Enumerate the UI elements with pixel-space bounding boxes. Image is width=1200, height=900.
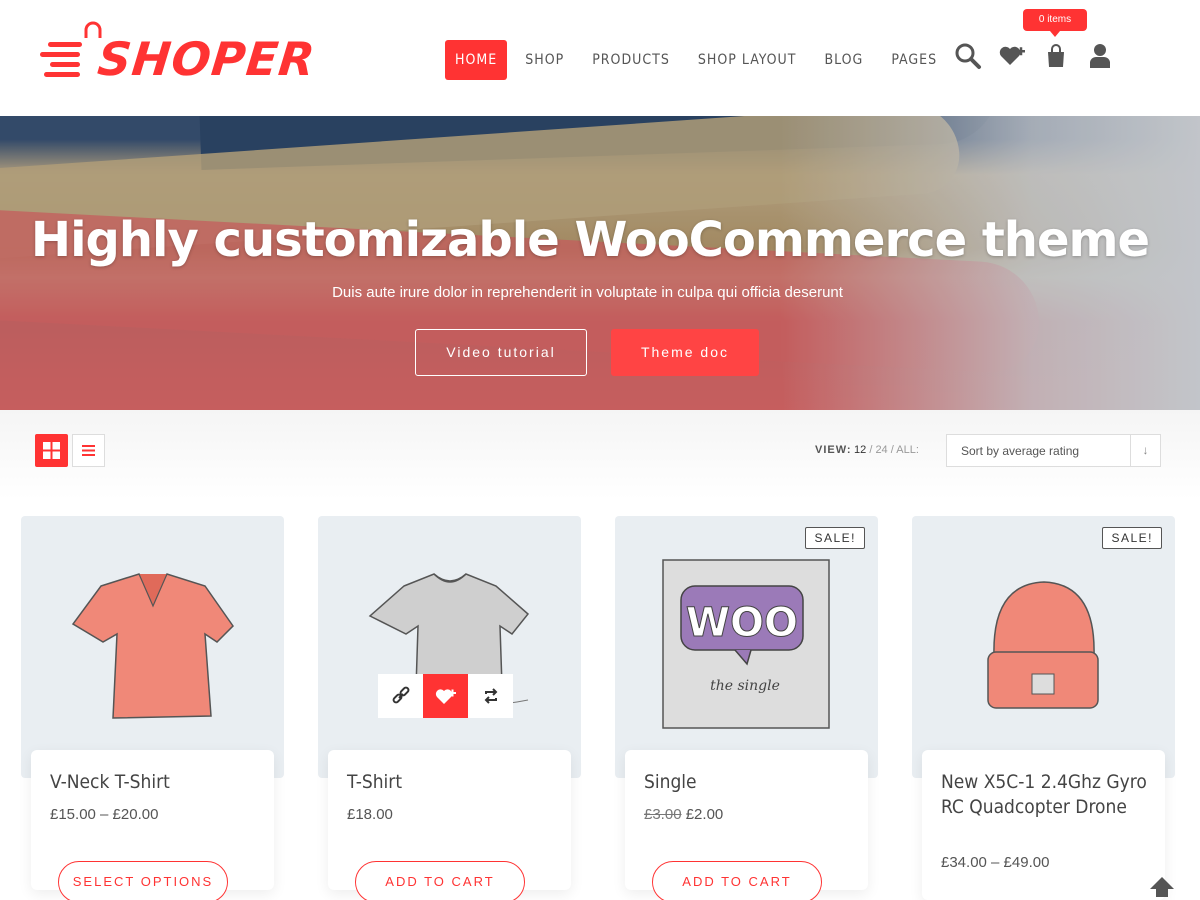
add-to-wishlist-icon[interactable] <box>423 674 468 718</box>
nav-home[interactable]: HOME <box>445 40 508 80</box>
woo-caption: the single <box>710 678 780 694</box>
view-option-all[interactable]: ALL: <box>896 444 919 456</box>
nav-blog[interactable]: BLOG <box>810 40 877 80</box>
add-to-cart-button[interactable]: ADD TO CART <box>355 861 525 900</box>
product-card[interactable]: SALE! New X5C-1 2.4Ghz Gyro RC Quadcopte… <box>912 516 1175 900</box>
product-title[interactable]: T-Shirt <box>347 770 557 795</box>
product-price: £15.00 – £20.00 <box>50 806 159 823</box>
view-sep: / <box>890 444 894 456</box>
grid-view-button[interactable] <box>35 434 68 467</box>
site-logo[interactable]: SHOPER <box>40 21 318 88</box>
woo-logo-text: WOO <box>686 600 798 646</box>
sale-badge: SALE! <box>805 527 865 549</box>
select-options-button[interactable]: SELECT OPTIONS <box>58 861 228 900</box>
hero-title: Highly customizable WooCommerce theme <box>30 212 1150 268</box>
logo-text: SHOPER <box>95 32 319 86</box>
nav-shop-layout[interactable]: SHOP LAYOUT <box>684 40 811 80</box>
product-info: New X5C-1 2.4Ghz Gyro RC Quadcopter Dron… <box>922 750 1165 900</box>
list-icon <box>82 445 95 456</box>
sale-badge: SALE! <box>1102 527 1162 549</box>
nav-products[interactable]: PRODUCTS <box>578 40 684 80</box>
add-to-cart-button[interactable]: ADD TO CART <box>652 861 822 900</box>
hero-banner: Highly customizable WooCommerce theme Du… <box>0 116 1200 410</box>
product-card[interactable]: T-Shirt £18.00 ADD TO CART <box>318 516 581 900</box>
view-option-24[interactable]: 24 <box>875 444 887 456</box>
tshirt-image <box>368 573 530 707</box>
product-title[interactable]: New X5C-1 2.4Ghz Gyro RC Quadcopter Dron… <box>941 770 1151 820</box>
product-image[interactable]: SALE! <box>912 516 1175 778</box>
product-hover-actions <box>378 674 513 718</box>
theme-doc-button[interactable]: Theme doc <box>611 329 759 376</box>
site-header: SHOPER HOME SHOP PRODUCTS SHOP LAYOUT BL… <box>0 0 1200 116</box>
view-sep: / <box>869 444 873 456</box>
product-title[interactable]: V-Neck T-Shirt <box>50 770 260 795</box>
arrow-up-icon[interactable] <box>1149 876 1175 898</box>
vneck-tshirt-image <box>71 573 234 719</box>
product-card[interactable]: WOO the single SALE! Single £3.00 £2.00 … <box>615 516 878 900</box>
view-label: VIEW: <box>815 444 852 456</box>
product-image[interactable] <box>318 516 581 778</box>
shop-toolbar: VIEW: 12 / 24 / ALL: Sort by average rat… <box>0 410 1200 500</box>
link-icon[interactable] <box>378 674 423 718</box>
arrow-down-icon: ↓ <box>1130 435 1160 466</box>
product-card[interactable]: V-Neck T-Shirt £15.00 – £20.00 SELECT OP… <box>21 516 284 900</box>
search-icon[interactable] <box>954 42 982 70</box>
video-tutorial-button[interactable]: Video tutorial <box>415 329 587 376</box>
product-price: £3.00 £2.00 <box>644 806 723 823</box>
cart-icon[interactable] <box>1042 42 1070 70</box>
product-title[interactable]: Single <box>644 770 854 795</box>
beanie-image <box>987 581 1099 709</box>
product-image[interactable]: WOO the single SALE! <box>615 516 878 778</box>
wishlist-icon[interactable] <box>998 42 1026 70</box>
product-image[interactable] <box>21 516 284 778</box>
grid-icon <box>43 442 60 459</box>
old-price: £3.00 <box>644 806 682 823</box>
sale-price: £2.00 <box>685 806 724 823</box>
product-price: £34.00 – £49.00 <box>941 854 1050 871</box>
nav-shop[interactable]: SHOP <box>511 40 578 80</box>
view-option-12[interactable]: 12 <box>854 444 866 456</box>
woo-single-image: WOO the single <box>662 559 830 729</box>
view-options: 12 / 24 / ALL: <box>854 444 919 456</box>
cart-count-badge: 0 items <box>1023 9 1087 37</box>
list-view-button[interactable] <box>72 434 105 467</box>
hero-subtitle: Duis aute irure dolor in reprehenderit i… <box>332 284 843 301</box>
compare-icon[interactable] <box>468 674 513 718</box>
main-nav: HOME SHOP PRODUCTS SHOP LAYOUT BLOG PAGE… <box>445 40 951 80</box>
sort-select[interactable]: Sort by average rating ↓ <box>946 434 1161 467</box>
product-price: £18.00 <box>347 806 393 823</box>
account-icon[interactable] <box>1086 42 1114 70</box>
nav-pages[interactable]: PAGES <box>877 40 951 80</box>
sort-select-value: Sort by average rating <box>961 444 1080 458</box>
